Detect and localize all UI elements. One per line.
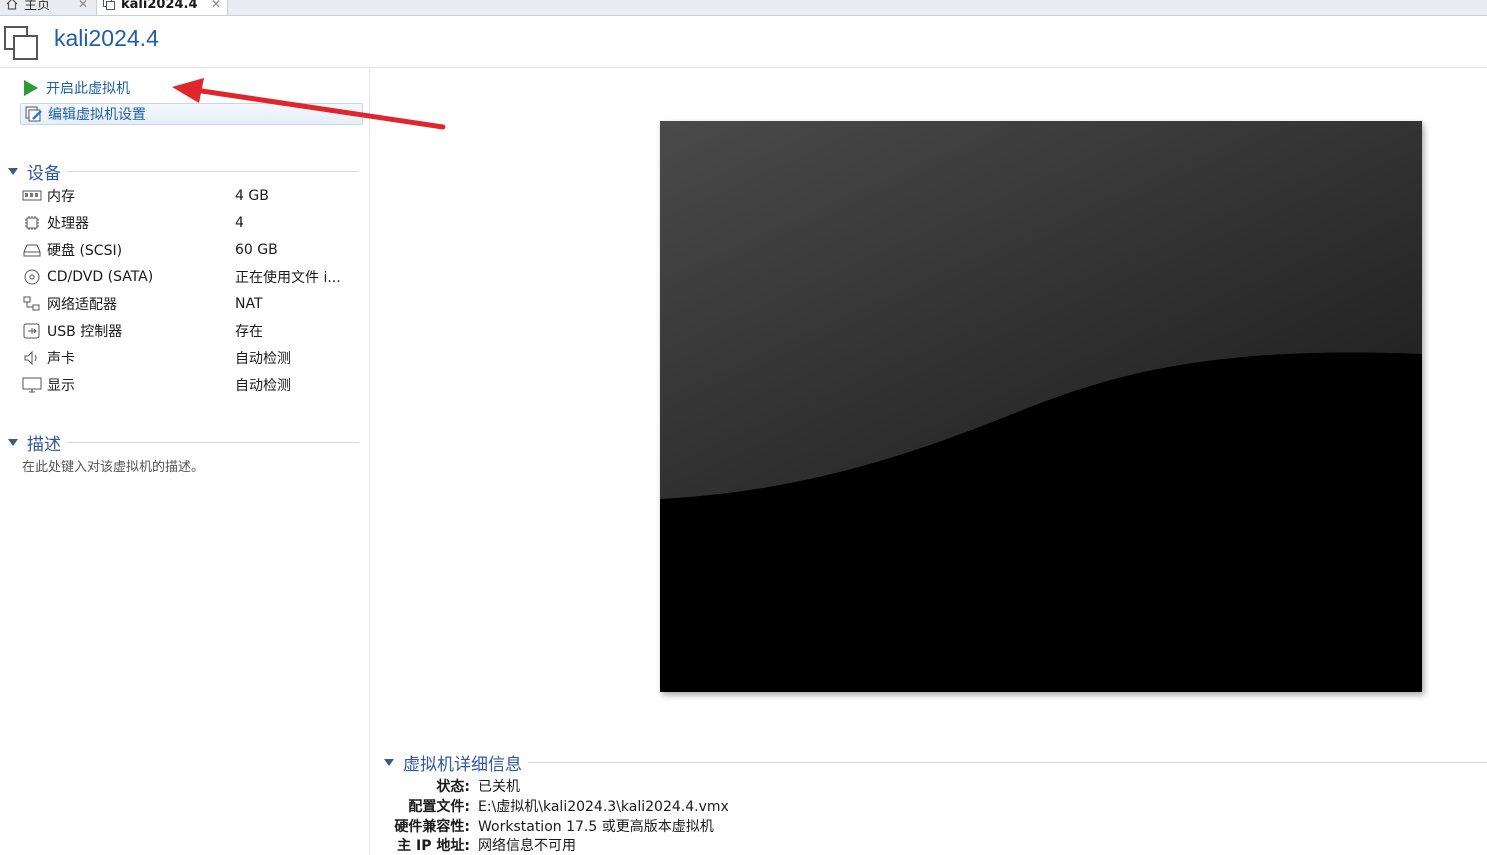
device-value: 正在使用文件 i... (235, 270, 341, 286)
left-panel: 开启此虚拟机 编辑虚拟机设置 设备 内存 4 GB 处理器 4 硬盘 (SCSI… (0, 69, 370, 855)
section-divider (67, 171, 359, 172)
device-name: CD/DVD (SATA) (47, 269, 154, 285)
vm-icon (103, 0, 115, 10)
detail-row-ip-address: 主 IP 地址: 网络信息不可用 (380, 835, 576, 855)
details-section-header[interactable]: 虚拟机详细信息 (384, 750, 1487, 775)
device-row-processor[interactable]: 处理器 4 (22, 212, 362, 234)
start-vm-button[interactable]: 开启此虚拟机 (24, 77, 130, 99)
play-icon (24, 80, 38, 96)
edit-settings-icon (25, 106, 42, 122)
section-divider (67, 442, 359, 443)
device-name: 声卡 (47, 351, 75, 367)
edit-vm-settings-button[interactable]: 编辑虚拟机设置 (20, 103, 363, 125)
device-name: 显示 (47, 378, 75, 394)
devices-section-title: 设备 (27, 164, 61, 184)
device-value: NAT (235, 296, 263, 312)
device-row-display[interactable]: 显示 自动检测 (22, 374, 362, 396)
home-icon (6, 0, 18, 10)
detail-label: 配置文件: (408, 799, 470, 815)
network-adapter-icon (23, 296, 40, 311)
device-value: 存在 (235, 324, 263, 340)
detail-value: E:\虚拟机\kali2024.3\kali2024.4.vmx (478, 799, 729, 815)
memory-icon (22, 190, 42, 201)
edit-vm-settings-label: 编辑虚拟机设置 (48, 107, 146, 123)
tab-bar: 主页 ✕ kali2024.4 ✕ (0, 0, 1487, 16)
detail-label: 状态: (436, 779, 470, 795)
device-name: 网络适配器 (47, 297, 117, 313)
detail-label: 硬件兼容性: (394, 819, 470, 835)
sound-card-icon (24, 350, 37, 366)
device-value: 4 GB (235, 188, 269, 204)
hard-disk-icon (23, 244, 41, 257)
detail-value: 已关机 (478, 779, 520, 795)
detail-value: 网络信息不可用 (478, 838, 576, 854)
collapse-triangle-icon[interactable] (8, 439, 18, 446)
device-row-sound-card[interactable]: 声卡 自动检测 (22, 347, 362, 369)
details-section-title: 虚拟机详细信息 (403, 755, 522, 775)
device-row-network-adapter[interactable]: 网络适配器 NAT (22, 293, 362, 315)
description-section-title: 描述 (27, 435, 61, 455)
tab-home-label: 主页 (24, 0, 51, 13)
vm-screen-thumbnail (660, 121, 1422, 692)
usb-controller-icon (23, 323, 40, 339)
collapse-triangle-icon[interactable] (384, 759, 394, 766)
tab-vm-label: kali2024.4 (121, 0, 198, 12)
section-divider (528, 762, 1487, 763)
device-name: 内存 (47, 189, 75, 205)
device-row-cd-dvd[interactable]: CD/DVD (SATA) 正在使用文件 i... (22, 266, 362, 288)
detail-label: 主 IP 地址: (397, 838, 470, 854)
display-icon (22, 377, 42, 393)
vm-header: kali2024.4 (0, 16, 1487, 68)
devices-section-header[interactable]: 设备 (8, 159, 359, 184)
device-row-hard-disk[interactable]: 硬盘 (SCSI) 60 GB (22, 239, 362, 261)
detail-row-state: 状态: 已关机 (380, 776, 520, 796)
collapse-triangle-icon[interactable] (8, 168, 18, 175)
close-icon[interactable]: ✕ (78, 0, 88, 11)
close-icon[interactable]: ✕ (211, 0, 221, 11)
detail-value: Workstation 17.5 或更高版本虚拟机 (478, 819, 714, 835)
detail-row-config-file: 配置文件: E:\虚拟机\kali2024.3\kali2024.4.vmx (380, 796, 729, 816)
device-value: 4 (235, 215, 244, 231)
cd-dvd-icon (24, 269, 40, 285)
vm-icon (4, 26, 38, 60)
start-vm-label: 开启此虚拟机 (46, 81, 130, 97)
vm-screen-preview[interactable] (660, 121, 1422, 692)
device-value: 60 GB (235, 242, 278, 258)
device-value: 自动检测 (235, 378, 291, 394)
device-name: USB 控制器 (47, 324, 123, 340)
detail-row-hardware-compat: 硬件兼容性: Workstation 17.5 或更高版本虚拟机 (380, 816, 714, 836)
page-title: kali2024.4 (54, 25, 159, 51)
device-row-usb-controller[interactable]: USB 控制器 存在 (22, 320, 362, 342)
description-section-header[interactable]: 描述 (8, 430, 359, 455)
device-row-memory[interactable]: 内存 4 GB (22, 185, 362, 207)
tab-home[interactable]: 主页 ✕ (0, 0, 94, 15)
tab-vm[interactable]: kali2024.4 ✕ (96, 0, 228, 15)
processor-icon (25, 216, 39, 230)
device-name: 处理器 (47, 216, 89, 232)
description-input[interactable]: 在此处键入对该虚拟机的描述。 (22, 456, 204, 475)
device-name: 硬盘 (SCSI) (47, 243, 123, 259)
device-value: 自动检测 (235, 351, 291, 367)
